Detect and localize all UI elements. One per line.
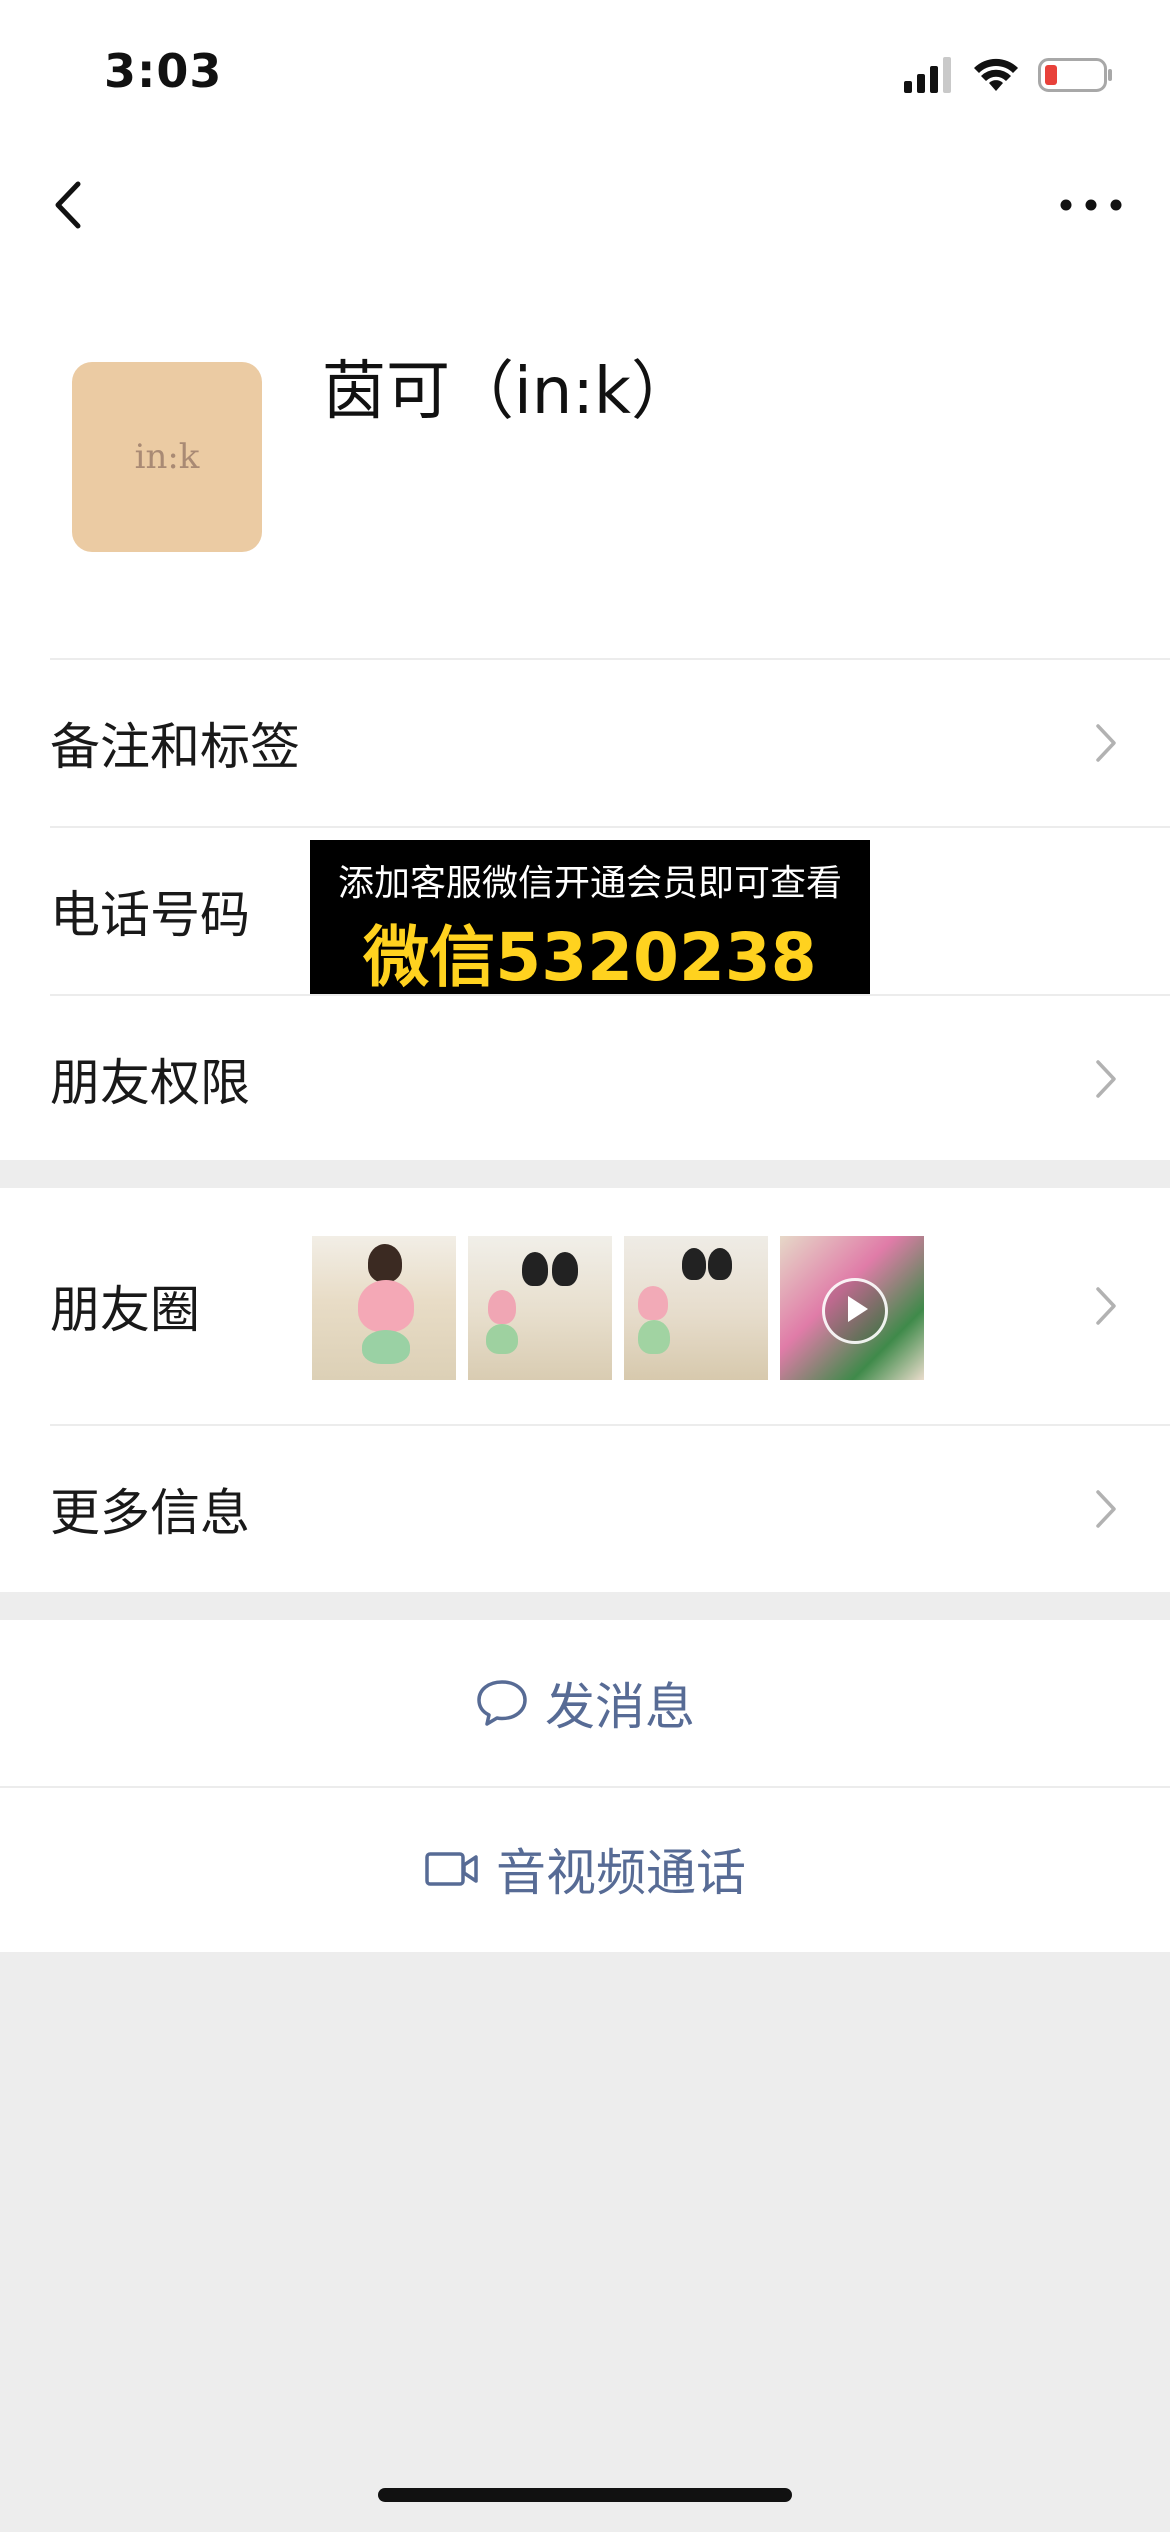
- row-remarks-tags[interactable]: 备注和标签: [0, 660, 1170, 826]
- home-indicator[interactable]: [378, 2488, 792, 2502]
- chat-bubble-icon: [477, 1680, 527, 1726]
- moments-thumbnail[interactable]: [312, 1236, 456, 1380]
- status-time: 3:03: [104, 44, 223, 98]
- video-call-label: 音视频通话: [496, 1844, 746, 1902]
- status-bar: 3:03: [0, 0, 1170, 140]
- promo-line-2: 微信5320238: [363, 919, 817, 996]
- send-message-label: 发消息: [545, 1678, 695, 1736]
- row-label: 电话号码: [50, 886, 250, 944]
- avatar-text: in:k: [134, 437, 200, 477]
- contact-name: 茵可（in:k）: [322, 355, 695, 429]
- row-more-info[interactable]: 更多信息: [0, 1426, 1170, 1592]
- row-friend-permissions[interactable]: 朋友权限: [0, 996, 1170, 1162]
- video-camera-icon: [425, 1852, 478, 1886]
- moments-thumbnails: [312, 1236, 924, 1380]
- signal-icon: [904, 57, 951, 93]
- status-icons: [904, 50, 1114, 100]
- chevron-right-icon: [1096, 1287, 1116, 1325]
- moments-thumbnail-video[interactable]: [780, 1236, 924, 1380]
- send-message-button[interactable]: 发消息: [0, 1620, 1170, 1786]
- chevron-right-icon: [1096, 724, 1116, 762]
- row-label: 朋友圈: [50, 1281, 200, 1339]
- row-label: 更多信息: [50, 1484, 250, 1542]
- moments-thumbnail[interactable]: [468, 1236, 612, 1380]
- nav-bar: [0, 140, 1170, 270]
- more-icon[interactable]: [1056, 180, 1126, 230]
- video-call-button[interactable]: 音视频通话: [0, 1786, 1170, 1952]
- row-label: 朋友权限: [50, 1054, 250, 1112]
- row-label: 备注和标签: [50, 718, 300, 776]
- battery-icon: [1038, 58, 1112, 92]
- moments-thumbnail[interactable]: [624, 1236, 768, 1380]
- wifi-icon: [974, 58, 1018, 91]
- promo-overlay: 添加客服微信开通会员即可查看 微信5320238: [310, 840, 870, 996]
- promo-line-1: 添加客服微信开通会员即可查看: [337, 863, 842, 904]
- avatar[interactable]: in:k: [72, 362, 262, 552]
- play-icon: [822, 1278, 888, 1344]
- chevron-right-icon: [1096, 1060, 1116, 1098]
- chevron-right-icon: [1096, 1490, 1116, 1528]
- back-icon[interactable]: [44, 170, 104, 240]
